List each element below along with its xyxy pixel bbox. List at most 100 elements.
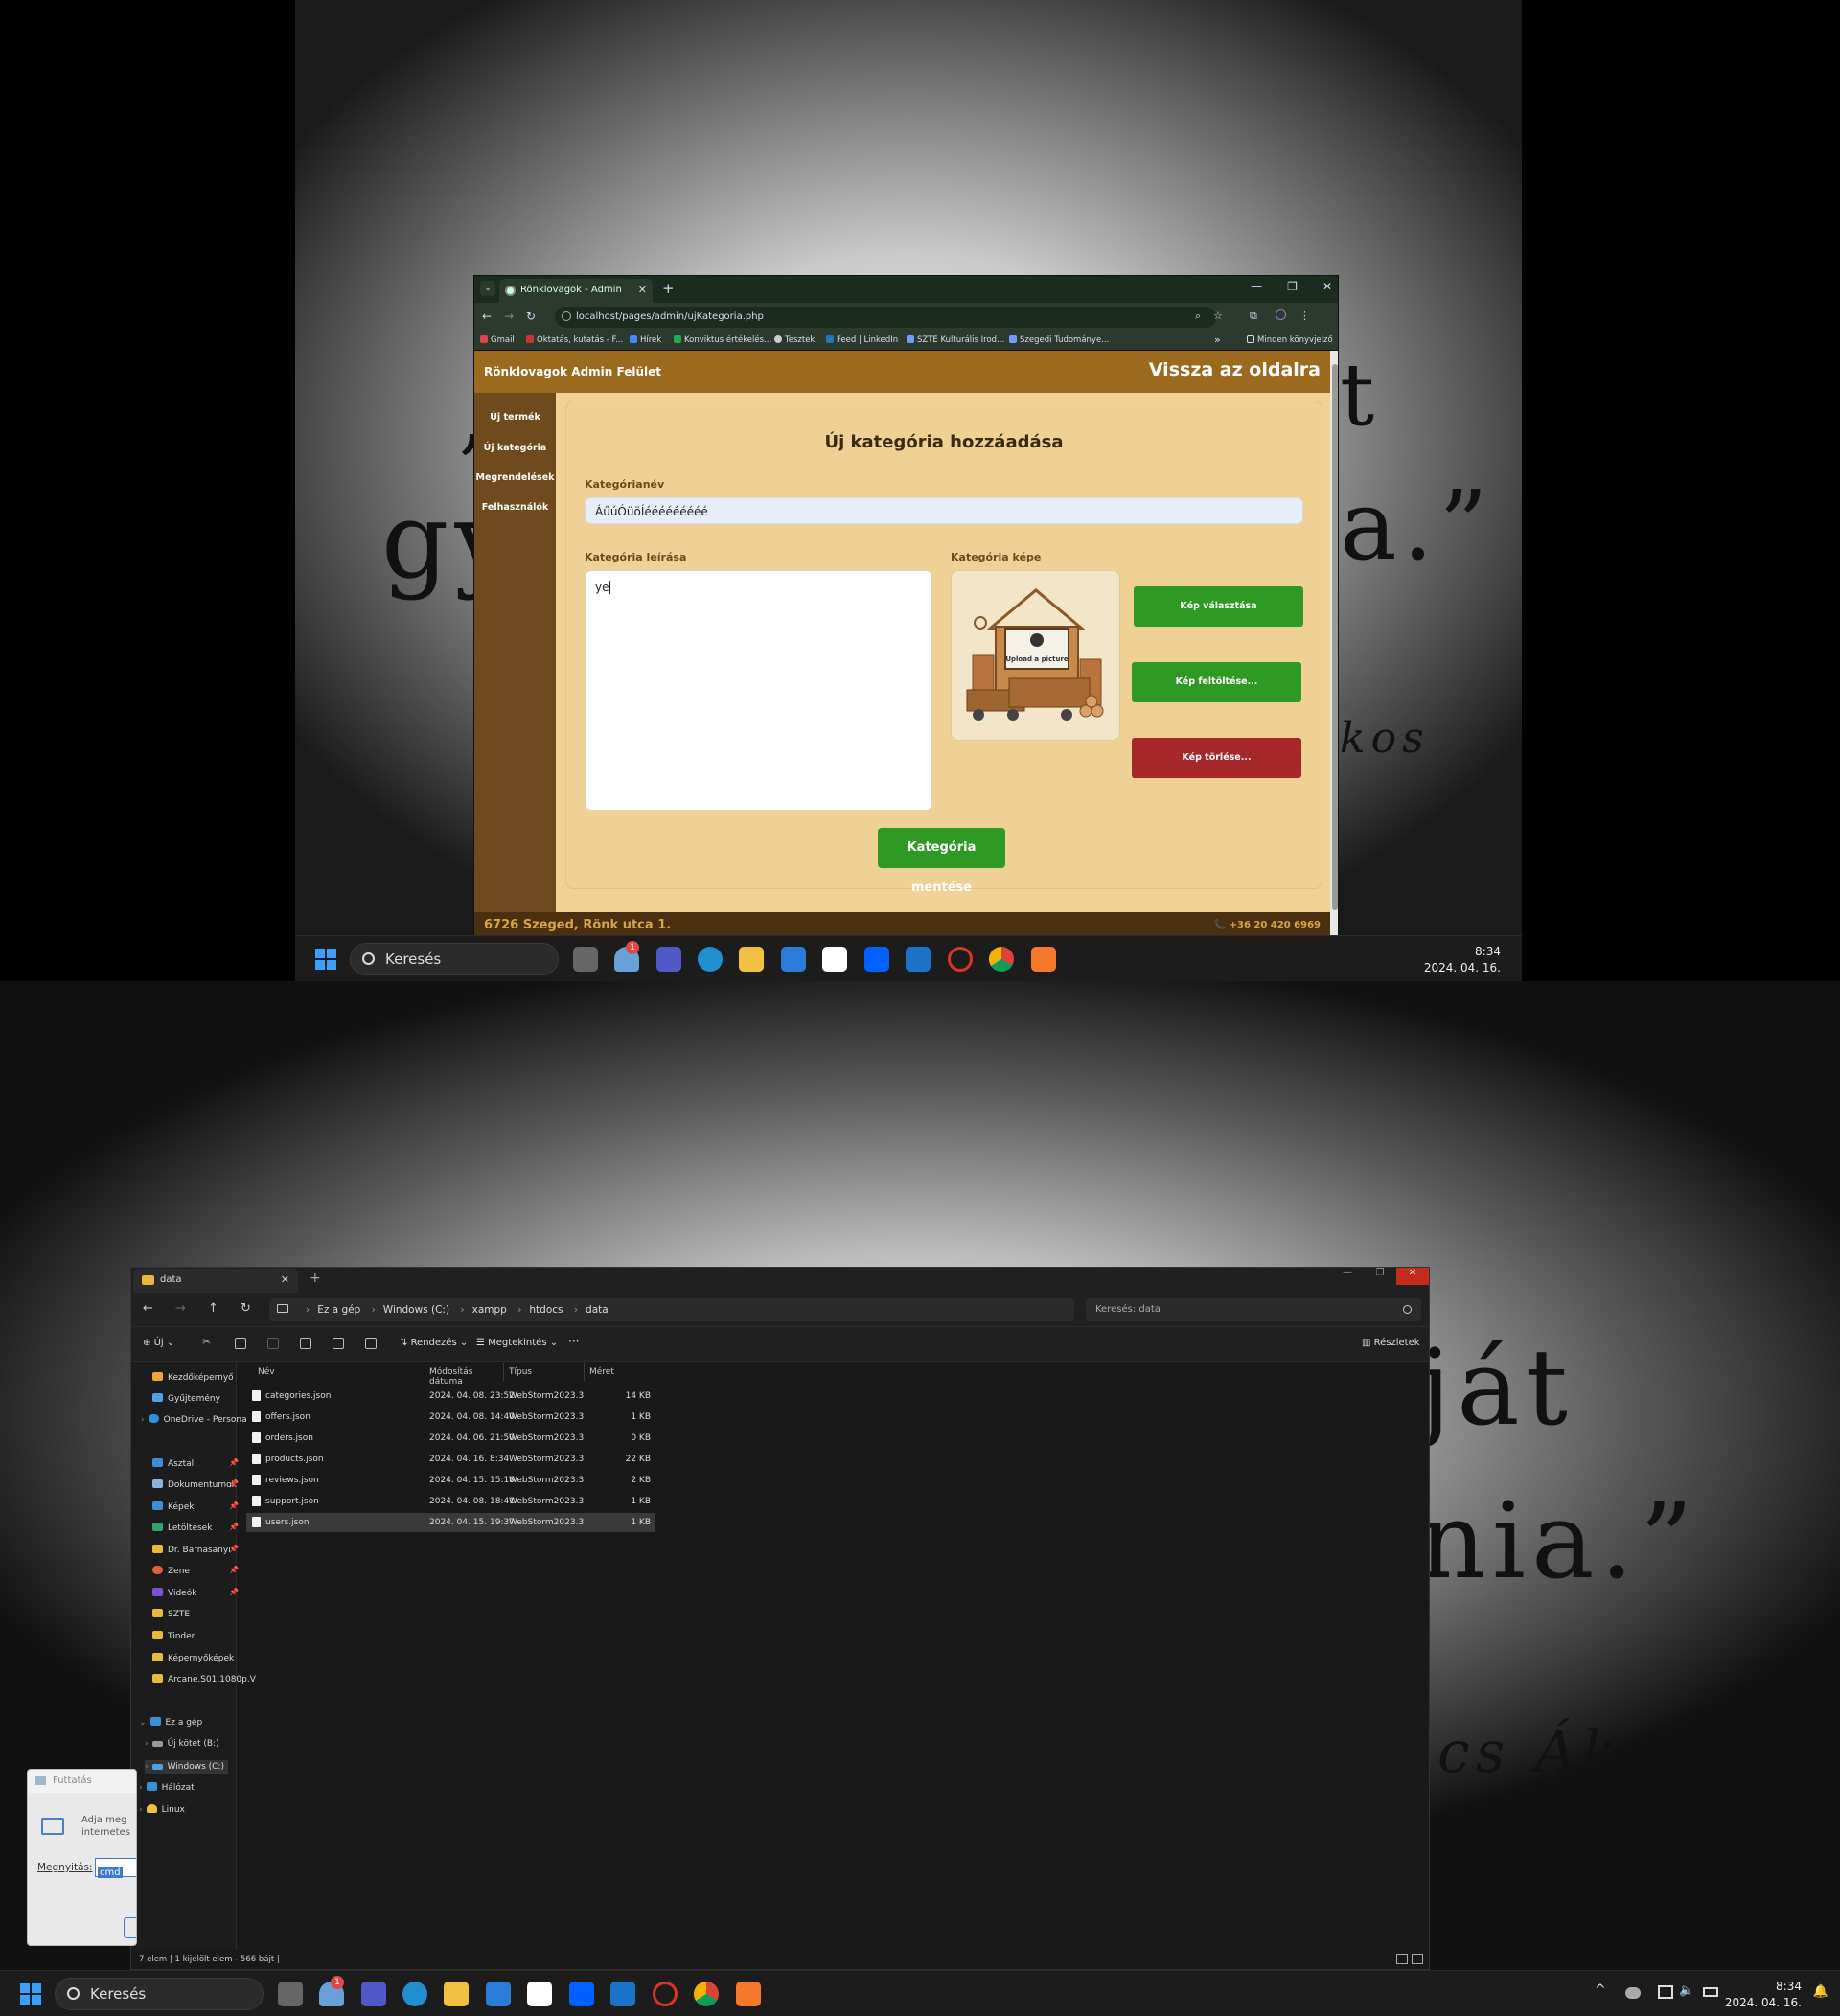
bookmark-szegedi[interactable]: Szegedi Tudománye...: [1009, 335, 1109, 345]
maximize-button[interactable]: ❐: [1364, 1268, 1396, 1285]
copy-icon[interactable]: [235, 1338, 246, 1349]
store-icon[interactable]: [486, 1982, 511, 2006]
reload-icon[interactable]: ↻: [526, 309, 536, 323]
share-icon[interactable]: [333, 1338, 344, 1349]
all-bookmarks-folder[interactable]: Minden könyvjelző: [1247, 335, 1333, 345]
mail-icon[interactable]: [906, 947, 931, 972]
xampp-icon[interactable]: [736, 1982, 761, 2006]
bookmark-tesztek[interactable]: Tesztek: [774, 335, 815, 345]
nav-pictures[interactable]: Képek 📌: [152, 1501, 239, 1512]
column-header-date[interactable]: Módosítás dátuma: [429, 1367, 472, 1386]
bookmark-oktatas[interactable]: Oktatás, kutatás - F...: [526, 335, 623, 345]
notification-bell-icon[interactable]: 🔔: [1813, 1984, 1828, 1999]
up-arrow-icon[interactable]: ↑: [208, 1301, 218, 1316]
table-row[interactable]: offers.json 2024. 04. 08. 14:40 WebStorm20…: [246, 1408, 655, 1427]
amazon-icon[interactable]: [527, 1982, 552, 2006]
ok-button[interactable]: [124, 1917, 136, 1938]
list-view-icon[interactable]: [1396, 1954, 1408, 1964]
back-arrow-icon[interactable]: ←: [143, 1301, 153, 1316]
bookmark-hirek[interactable]: Hírek: [630, 335, 661, 345]
nav-videos[interactable]: Videók 📌: [152, 1588, 239, 1598]
bookmark-szte[interactable]: SZTE Kulturális Irod...: [907, 335, 1004, 345]
sidebar-item-new-category[interactable]: Új kategória: [474, 443, 556, 453]
chrome-icon[interactable]: [694, 1982, 719, 2006]
table-row[interactable]: products.json 2024. 04. 16. 8:34 WebStorm2…: [246, 1450, 655, 1469]
scrollbar-thumb[interactable]: [1332, 364, 1338, 910]
choose-image-button[interactable]: Kép választása: [1134, 586, 1303, 627]
nav-folder[interactable]: Dr. Barnasanyi 📌: [152, 1545, 239, 1555]
clock[interactable]: 8:34 2024. 04. 16.: [1725, 1979, 1802, 2011]
table-row[interactable]: orders.json 2024. 04. 06. 21:50 WebStorm20…: [246, 1429, 655, 1448]
breadcrumb[interactable]: › Ez a gép › Windows (C:) › xampp › htdocs ›…: [269, 1298, 1074, 1321]
file-explorer-icon[interactable]: [739, 947, 764, 972]
nav-network[interactable]: › Hálózat: [139, 1782, 195, 1793]
breadcrumb-item[interactable]: data: [586, 1304, 609, 1316]
table-row[interactable]: reviews.json 2024. 04. 15. 15:18 WebStorm2…: [246, 1471, 655, 1490]
column-header-type[interactable]: Típus: [509, 1367, 532, 1377]
profile-avatar[interactable]: [1276, 309, 1286, 320]
nav-folder[interactable]: Arcane.S01.1080p.V: [152, 1674, 256, 1684]
nav-this-pc[interactable]: ⌄ Ez a gép: [139, 1717, 202, 1728]
forward-arrow-icon[interactable]: →: [175, 1301, 186, 1316]
opera-icon[interactable]: [653, 1982, 678, 2006]
dropbox-icon[interactable]: [569, 1982, 594, 2006]
category-description-textarea[interactable]: ye: [585, 570, 932, 811]
nav-onedrive[interactable]: › OneDrive - Persona: [141, 1414, 247, 1425]
delete-icon[interactable]: [365, 1338, 377, 1349]
cloud-icon[interactable]: [1625, 1987, 1641, 1999]
column-divider[interactable]: [655, 1363, 656, 1381]
table-row[interactable]: categories.json 2024. 04. 08. 23:52 WebSto…: [246, 1386, 655, 1406]
upload-image-button[interactable]: Kép feltöltése...: [1132, 662, 1301, 702]
nav-linux[interactable]: › Linux: [139, 1804, 185, 1815]
explorer-search-input[interactable]: Keresés: data: [1086, 1298, 1421, 1321]
mail-icon[interactable]: [610, 1982, 635, 2006]
file-explorer-icon[interactable]: [444, 1982, 469, 2006]
nav-folder[interactable]: Tinder: [152, 1631, 195, 1641]
maximize-button[interactable]: ❐: [1287, 280, 1298, 293]
column-header-size[interactable]: Méret: [589, 1367, 614, 1377]
new-button[interactable]: ⊕ Új ⌄: [143, 1338, 174, 1348]
breadcrumb-item[interactable]: Ez a gép: [317, 1304, 360, 1316]
nav-home[interactable]: Kezdőképernyő: [152, 1372, 234, 1383]
table-row[interactable]: support.json 2024. 04. 08. 18:41 WebStorm2…: [246, 1492, 655, 1511]
tray-chevron-icon[interactable]: ^: [1595, 1982, 1606, 1998]
amazon-icon[interactable]: [822, 947, 847, 972]
url-field[interactable]: localhost/pages/admin/ujKategoria.php: [555, 307, 1216, 328]
battery-icon[interactable]: [1703, 1987, 1718, 1997]
weather-icon[interactable]: 1: [319, 1976, 344, 2006]
task-view-icon[interactable]: [278, 1982, 303, 2006]
rename-icon[interactable]: [300, 1338, 311, 1349]
bookmark-gmail[interactable]: Gmail: [480, 335, 515, 345]
column-divider[interactable]: [584, 1363, 585, 1381]
volume-icon[interactable]: 🔈: [1679, 1983, 1694, 1998]
site-info-icon[interactable]: [562, 311, 571, 321]
taskbar-search[interactable]: Keresés: [55, 1978, 264, 2010]
sidebar-item-new-product[interactable]: Új termék: [474, 412, 556, 423]
nav-gallery[interactable]: Gyűjtemény: [152, 1393, 220, 1404]
page-scrollbar[interactable]: [1330, 351, 1338, 935]
run-command-input[interactable]: cmd: [95, 1858, 136, 1878]
nav-folder[interactable]: Képernyőképek: [152, 1653, 234, 1663]
opera-icon[interactable]: [948, 947, 973, 972]
weather-icon[interactable]: 1: [614, 941, 639, 972]
breadcrumb-item[interactable]: Windows (C:): [383, 1304, 449, 1316]
teams-icon[interactable]: [361, 1982, 386, 2006]
details-button[interactable]: ▥ Részletek: [1362, 1338, 1420, 1348]
sort-button[interactable]: ⇅ Rendezés ⌄: [400, 1338, 468, 1348]
edge-icon[interactable]: [402, 1982, 427, 2006]
breadcrumb-item[interactable]: xampp: [472, 1304, 507, 1316]
chrome-icon[interactable]: [989, 947, 1014, 972]
bookmark-linkedin[interactable]: Feed | LinkedIn: [826, 335, 898, 345]
bookmark-star-icon[interactable]: ☆: [1213, 309, 1223, 322]
extensions-icon[interactable]: ⧉: [1250, 309, 1257, 323]
forward-arrow-icon[interactable]: →: [504, 309, 514, 323]
category-name-input[interactable]: ÁűúÓüöÍééééééééé: [585, 497, 1303, 524]
close-tab-icon[interactable]: ✕: [638, 284, 647, 296]
clock[interactable]: 8:34 2024. 04. 16.: [1424, 944, 1501, 976]
new-tab-button[interactable]: +: [310, 1271, 321, 1286]
close-window-button[interactable]: ✕: [1396, 1268, 1429, 1285]
bookmarks-overflow-icon[interactable]: »: [1214, 333, 1221, 346]
nav-drive[interactable]: › Windows (C:): [145, 1760, 228, 1774]
column-header-name[interactable]: Név: [258, 1367, 275, 1377]
minimize-button[interactable]: —: [1251, 280, 1262, 293]
